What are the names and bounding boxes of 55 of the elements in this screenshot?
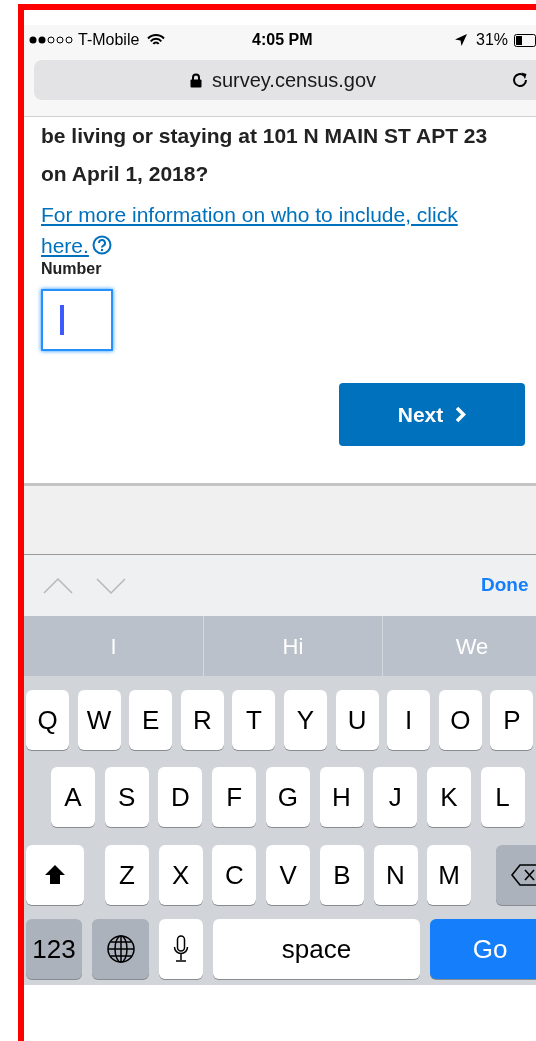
keyboard-key[interactable]: B xyxy=(319,845,364,905)
keyboard-key[interactable]: H xyxy=(319,767,364,827)
keyboard-key[interactable]: Y xyxy=(284,690,327,750)
keyboard-key[interactable]: K xyxy=(426,767,471,827)
keyboard-key[interactable]: P xyxy=(490,690,534,750)
globe-key[interactable] xyxy=(92,919,149,979)
field-label: Number xyxy=(41,259,103,279)
keyboard-key[interactable]: J xyxy=(373,767,418,827)
next-field-icon[interactable] xyxy=(95,576,127,595)
keyboard-key[interactable]: D xyxy=(158,767,203,827)
url-text: survey.census.gov xyxy=(211,68,377,93)
carrier-name: T-Mobile xyxy=(78,30,140,50)
next-button[interactable]: Next xyxy=(339,383,525,446)
battery-icon xyxy=(514,33,536,47)
lock-icon xyxy=(189,72,202,88)
keyboard-key[interactable]: A xyxy=(51,767,95,827)
keyboard-key[interactable]: F xyxy=(212,767,257,827)
address-bar[interactable]: survey.census.gov xyxy=(34,60,536,100)
question-text: be living or staying at 101 N MAIN ST APT 23 on April 1, 2018? xyxy=(41,123,489,187)
keyboard-key[interactable]: S xyxy=(104,767,149,827)
wifi-icon xyxy=(147,33,166,47)
keyboard-key[interactable]: T xyxy=(232,690,276,750)
location-arrow-icon xyxy=(454,33,468,47)
globe-icon xyxy=(105,934,136,964)
go-key[interactable]: Go xyxy=(430,919,536,979)
keyboard-key[interactable]: Z xyxy=(105,845,149,905)
microphone-icon xyxy=(173,935,189,963)
keyboard-key[interactable]: G xyxy=(265,767,310,827)
keyboard-key[interactable]: M xyxy=(427,845,472,905)
keyboard-key[interactable]: U xyxy=(335,690,379,750)
reload-icon[interactable] xyxy=(510,70,530,90)
keyboard-key[interactable]: L xyxy=(480,767,525,827)
help-icon[interactable] xyxy=(91,235,112,255)
shift-arrow-icon xyxy=(44,864,66,886)
keyboard-key[interactable]: E xyxy=(129,690,173,750)
keyboard-key[interactable]: Q xyxy=(26,690,69,750)
shift-key[interactable] xyxy=(26,845,84,905)
keyboard-key[interactable]: C xyxy=(212,845,257,905)
chevron-right-icon xyxy=(455,406,467,423)
number-input-field[interactable] xyxy=(41,289,113,351)
numbers-key[interactable]: 123 xyxy=(26,919,82,979)
help-link[interactable]: For more information on who to include, click here. xyxy=(41,199,503,261)
dictation-key[interactable] xyxy=(159,919,203,979)
keyboard-key[interactable]: I xyxy=(387,690,431,750)
clock-time: 4:05 PM xyxy=(252,30,313,50)
previous-field-icon[interactable] xyxy=(42,576,74,595)
space-key[interactable]: space xyxy=(213,919,420,979)
keyboard-key[interactable]: N xyxy=(373,845,418,905)
keyboard-key[interactable]: W xyxy=(77,690,121,750)
keyboard-key[interactable]: X xyxy=(158,845,203,905)
keyboard-key[interactable]: R xyxy=(180,690,224,750)
battery-percent: 31% xyxy=(476,30,509,50)
keyboard-key[interactable]: O xyxy=(438,690,482,750)
backspace-icon xyxy=(511,864,536,886)
keyboard-key[interactable]: V xyxy=(266,845,311,905)
